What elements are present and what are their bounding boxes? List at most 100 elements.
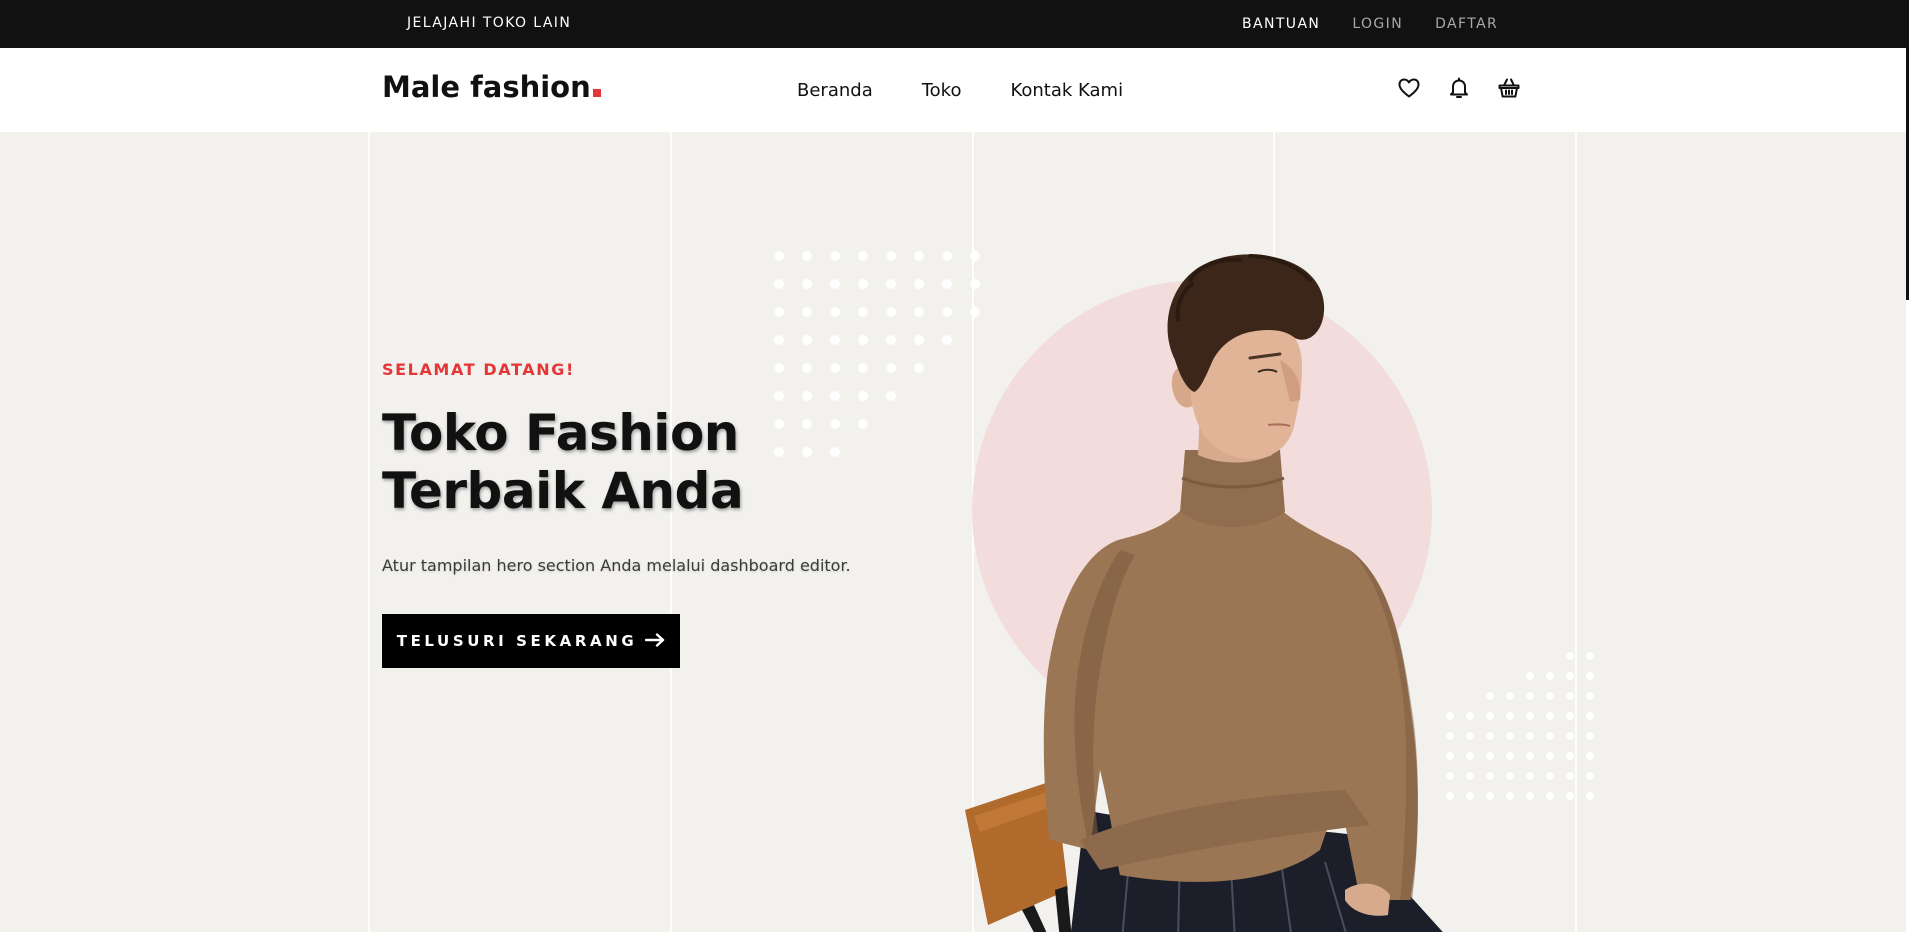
decorative-dot [886, 307, 896, 317]
login-link[interactable]: LOGIN [1352, 16, 1403, 32]
arrow-right-icon [645, 631, 665, 652]
decorative-dot [774, 363, 784, 373]
decorative-dot [802, 251, 812, 261]
decorative-dot [1546, 732, 1554, 740]
decorative-dot [774, 419, 784, 429]
decorative-dot [1546, 672, 1554, 680]
decorative-dot [1526, 712, 1534, 720]
decorative-dot [830, 363, 840, 373]
hero-title-line-2: Terbaik Anda [382, 462, 744, 520]
decorative-dot [1586, 772, 1594, 780]
decorative-dot [1566, 652, 1574, 660]
top-links: BANTUAN LOGIN DAFTAR [1242, 0, 1530, 48]
hero-description: Atur tampilan hero section Anda melalui … [382, 556, 851, 575]
decorative-dot [1586, 732, 1594, 740]
decorative-dot [886, 279, 896, 289]
browse-now-button[interactable]: TELUSURI SEKARANG [382, 614, 680, 668]
decorative-dot [1566, 752, 1574, 760]
explore-other-stores-link[interactable]: JELAJAHI TOKO LAIN [407, 0, 571, 48]
logo-dot [592, 89, 601, 97]
decorative-dot [914, 307, 924, 317]
grid-line [670, 132, 672, 932]
decorative-dot [1526, 752, 1534, 760]
decorative-dot [1586, 752, 1594, 760]
decorative-dot [858, 391, 868, 401]
grid-line [368, 132, 370, 932]
hero-section: SELAMAT DATANG! Toko Fashion Terbaik And… [0, 132, 1906, 932]
nav-item-shop[interactable]: Toko [922, 80, 962, 101]
decorative-dot [802, 419, 812, 429]
decorative-dot [914, 279, 924, 289]
decorative-dot [914, 363, 924, 373]
top-bar: JELAJAHI TOKO LAIN BANTUAN LOGIN DAFTAR [0, 0, 1909, 48]
model-image [965, 254, 1443, 932]
decorative-dot [830, 279, 840, 289]
decorative-dot [1586, 672, 1594, 680]
heart-icon[interactable] [1397, 76, 1421, 100]
decorative-dot [886, 363, 896, 373]
decorative-dot [1546, 692, 1554, 700]
help-link[interactable]: BANTUAN [1242, 16, 1320, 32]
hero-title-line-1: Toko Fashion [382, 404, 739, 462]
nav-item-home[interactable]: Beranda [797, 80, 873, 101]
header-icons [1397, 76, 1521, 100]
decorative-dot [1546, 772, 1554, 780]
decorative-dot [1586, 692, 1594, 700]
decorative-dot [1546, 752, 1554, 760]
decorative-dot [858, 251, 868, 261]
decorative-dot [802, 279, 812, 289]
nav-item-contact[interactable]: Kontak Kami [1010, 80, 1123, 101]
decorative-dot [1546, 712, 1554, 720]
hero-subtitle: SELAMAT DATANG! [382, 360, 575, 379]
decorative-dot [1526, 792, 1534, 800]
decorative-dot [774, 447, 784, 457]
register-link[interactable]: DAFTAR [1435, 16, 1498, 32]
decorative-dot [1586, 792, 1594, 800]
decorative-dot [858, 307, 868, 317]
browse-now-label: TELUSURI SEKARANG [396, 632, 638, 650]
decorative-dot [830, 419, 840, 429]
logo[interactable]: Male fashion [382, 70, 601, 104]
decorative-dot [858, 279, 868, 289]
basket-icon[interactable] [1497, 76, 1521, 100]
decorative-dot [1546, 792, 1554, 800]
decorative-dot [1526, 732, 1534, 740]
decorative-dot [830, 391, 840, 401]
decorative-dot [886, 251, 896, 261]
decorative-dot [1566, 672, 1574, 680]
decorative-dot [802, 335, 812, 345]
decorative-dot [858, 335, 868, 345]
decorative-dot [830, 335, 840, 345]
decorative-dot [886, 335, 896, 345]
grid-line [1575, 132, 1577, 932]
decorative-dot [802, 447, 812, 457]
decorative-dot [1566, 712, 1574, 720]
decorative-dot [1566, 772, 1574, 780]
decorative-dot [774, 391, 784, 401]
header: Male fashion Beranda Toko Kontak Kami [0, 48, 1909, 132]
decorative-dot [802, 307, 812, 317]
decorative-dot [802, 391, 812, 401]
decorative-dot [886, 391, 896, 401]
decorative-dot [774, 335, 784, 345]
decorative-dot [1526, 692, 1534, 700]
decorative-dot [1586, 652, 1594, 660]
decorative-dot [914, 251, 924, 261]
decorative-dot [802, 363, 812, 373]
logo-text: Male fashion [382, 70, 591, 104]
decorative-dot [1526, 672, 1534, 680]
decorative-dot [1566, 692, 1574, 700]
decorative-dot [914, 335, 924, 345]
decorative-dot [1566, 732, 1574, 740]
hero-title: Toko Fashion Terbaik Anda [382, 404, 744, 520]
decorative-dot [774, 251, 784, 261]
decorative-dot [774, 279, 784, 289]
bell-icon[interactable] [1447, 76, 1471, 100]
decorative-dot [830, 447, 840, 457]
decorative-dot [1586, 712, 1594, 720]
decorative-dot [830, 307, 840, 317]
decorative-dot [858, 419, 868, 429]
decorative-dot [858, 363, 868, 373]
main-nav: Beranda Toko Kontak Kami [797, 48, 1172, 132]
decorative-dot [1526, 772, 1534, 780]
